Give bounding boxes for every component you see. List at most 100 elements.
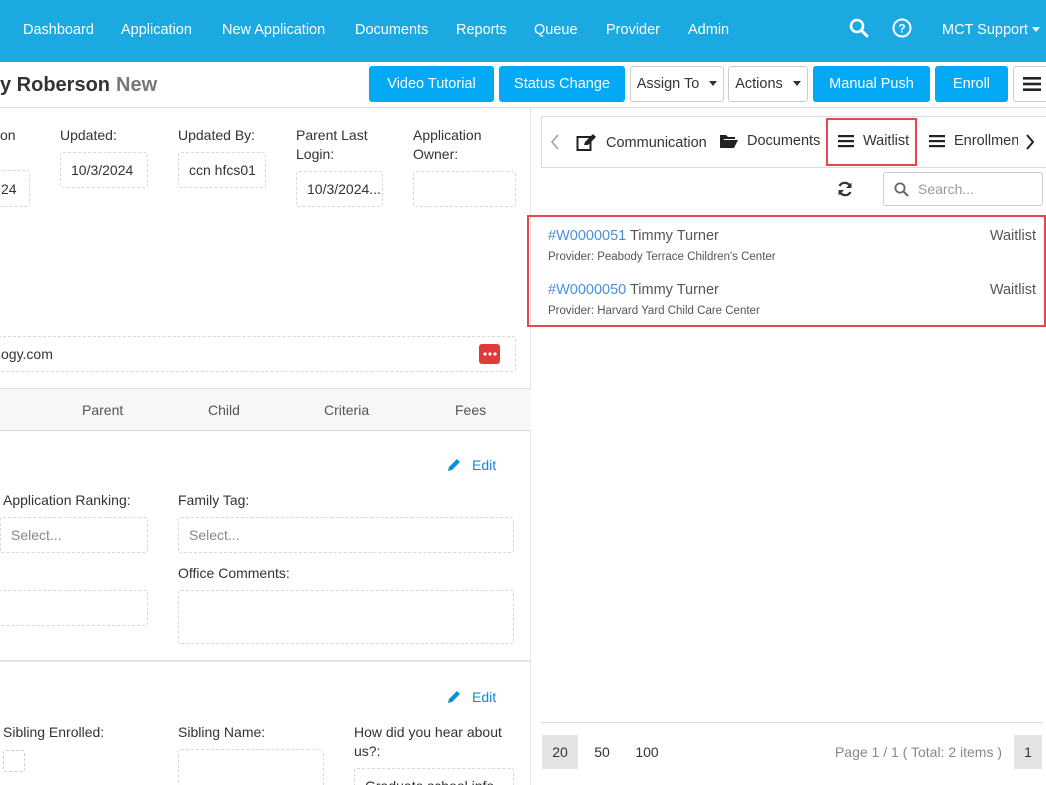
sibling-name-label: Sibling Name:	[178, 724, 266, 740]
folder-open-icon	[720, 135, 738, 148]
manual-push-button[interactable]: Manual Push	[813, 66, 930, 102]
video-tutorial-button[interactable]: Video Tutorial	[369, 66, 494, 102]
enroll-button[interactable]: Enroll	[935, 66, 1008, 102]
family-tag-label: Family Tag:	[178, 492, 250, 508]
help-icon[interactable]: ?	[892, 18, 912, 41]
application-form: on 24 Updated: 10/3/2024 Updated By: ccn…	[0, 108, 531, 785]
tab-documents-label: Documents	[747, 133, 821, 149]
menu-button[interactable]	[1013, 66, 1046, 102]
waitlist-id-link[interactable]: #W0000050	[548, 282, 626, 298]
tab-parent[interactable]: Parent	[82, 402, 123, 418]
provider-name: Provider: Peabody Terrace Children's Cen…	[548, 251, 776, 263]
more-options-icon[interactable]	[479, 344, 500, 364]
edit-button[interactable]: Edit	[446, 689, 496, 705]
updated-by-label: Updated By:	[178, 127, 256, 143]
page-size-100[interactable]: 100	[627, 735, 667, 769]
updated-value: 10/3/2024	[60, 152, 148, 188]
edit-button[interactable]: Edit	[446, 457, 496, 473]
waitlist-id-link[interactable]: #W0000051	[548, 228, 626, 244]
user-menu[interactable]: MCT Support	[942, 22, 1040, 38]
waitlist-status: Waitlist	[989, 282, 1036, 298]
search-icon[interactable]	[849, 18, 869, 41]
application-status: New	[116, 74, 158, 96]
chevron-right-icon[interactable]	[1025, 134, 1035, 153]
edit-square-icon	[576, 134, 596, 151]
parent-last-login-label: Parent Last Login:	[296, 127, 368, 162]
pencil-icon	[448, 691, 460, 703]
list-icon	[929, 135, 945, 148]
application-ranking-select[interactable]: Select...	[0, 517, 148, 553]
hear-about-field[interactable]: Graduate school info...	[354, 768, 514, 785]
sibling-enrolled-checkbox[interactable]	[3, 750, 25, 772]
tab-enrollment[interactable]: Enrollment	[928, 133, 1018, 149]
waitlist-tab-highlight	[826, 118, 917, 166]
pagination-bar: 20 50 100 Page 1 / 1 ( Total: 2 items ) …	[541, 722, 1043, 785]
page-header: y Roberson New Video Tutorial Status Chan…	[0, 62, 1046, 108]
updated-label: Updated:	[60, 127, 117, 143]
field-value: 24	[0, 170, 30, 207]
actions-label: Actions	[735, 76, 783, 92]
application-owner-label: Application Owner:	[413, 127, 482, 162]
sibling-name-field[interactable]	[178, 749, 324, 785]
search-input[interactable]: Search...	[883, 172, 1043, 206]
child-name: Timmy Turner	[629, 282, 719, 298]
hamburger-icon	[1023, 77, 1041, 91]
page-info: Page 1 / 1 ( Total: 2 items )	[834, 744, 1003, 760]
waitlist-item[interactable]: #W0000050 Timmy Turner Provider: Harvard…	[548, 282, 1038, 317]
application-owner-value[interactable]	[413, 171, 516, 207]
field-label: on	[0, 127, 16, 143]
tab-communication[interactable]: Communication	[576, 133, 707, 153]
search-icon	[894, 182, 909, 196]
tab-child[interactable]: Child	[208, 402, 240, 418]
nav-reports[interactable]: Reports	[456, 22, 507, 38]
chevron-left-icon[interactable]	[550, 134, 560, 153]
edit-label: Edit	[472, 457, 497, 473]
chevron-down-icon	[1031, 26, 1040, 32]
tab-fees[interactable]: Fees	[455, 402, 486, 418]
waitlist-item[interactable]: #W0000051 Timmy Turner Provider: Peabody…	[548, 228, 1038, 263]
nav-documents[interactable]: Documents	[355, 22, 428, 38]
panel-tabs: Communication Documents Waitlist Enrollm…	[541, 116, 1046, 168]
email-value: ogy.com	[1, 346, 53, 362]
page-title: y Roberson New	[0, 74, 157, 97]
nav-application[interactable]: Application	[121, 22, 192, 38]
status-change-button[interactable]: Status Change	[499, 66, 625, 102]
section-divider	[0, 660, 531, 662]
nav-provider[interactable]: Provider	[606, 22, 660, 38]
nav-queue[interactable]: Queue	[534, 22, 578, 38]
hear-about-label: How did you hear about us?:	[354, 724, 502, 759]
updated-by-value: ccn hfcs01	[178, 152, 266, 188]
tab-criteria[interactable]: Criteria	[324, 402, 369, 418]
top-navbar: Dashboard Application New Application Do…	[0, 0, 1046, 62]
nav-admin[interactable]: Admin	[688, 22, 729, 38]
assign-to-dropdown[interactable]: Assign To	[630, 66, 724, 102]
user-menu-label: MCT Support	[942, 22, 1028, 38]
office-comments-field[interactable]	[178, 590, 514, 644]
email-field[interactable]: ogy.com	[0, 336, 516, 372]
application-ranking-label: Application Ranking:	[3, 492, 131, 508]
page-size-50[interactable]: 50	[584, 735, 620, 769]
family-tag-select[interactable]: Select...	[178, 517, 514, 553]
svg-text:?: ?	[898, 22, 905, 36]
page-number-button[interactable]: 1	[1014, 735, 1042, 769]
applicant-name: y Roberson	[0, 74, 111, 96]
parent-last-login-value: 10/3/2024...	[296, 171, 383, 207]
refresh-icon[interactable]	[837, 181, 853, 200]
chevron-down-icon	[709, 80, 718, 86]
nav-dashboard[interactable]: Dashboard	[23, 22, 94, 38]
sibling-enrolled-label: Sibling Enrolled:	[3, 724, 105, 740]
nav-new-application[interactable]: New Application	[222, 22, 325, 38]
child-name: Timmy Turner	[629, 228, 719, 244]
edit-label: Edit	[472, 689, 497, 705]
page-size-20[interactable]: 20	[542, 735, 578, 769]
tab-documents[interactable]: Documents	[719, 133, 820, 149]
form-tabs: Parent Child Criteria Fees	[0, 388, 531, 431]
chevron-down-icon	[792, 80, 801, 86]
provider-name: Provider: Harvard Yard Child Care Center	[548, 305, 760, 317]
actions-dropdown[interactable]: Actions	[728, 66, 808, 102]
tab-communication-label: Communication	[606, 135, 707, 151]
search-placeholder: Search...	[918, 181, 975, 197]
office-comments-label: Office Comments:	[178, 565, 290, 581]
text-field[interactable]	[0, 590, 148, 626]
waitlist-status: Waitlist	[989, 228, 1036, 244]
